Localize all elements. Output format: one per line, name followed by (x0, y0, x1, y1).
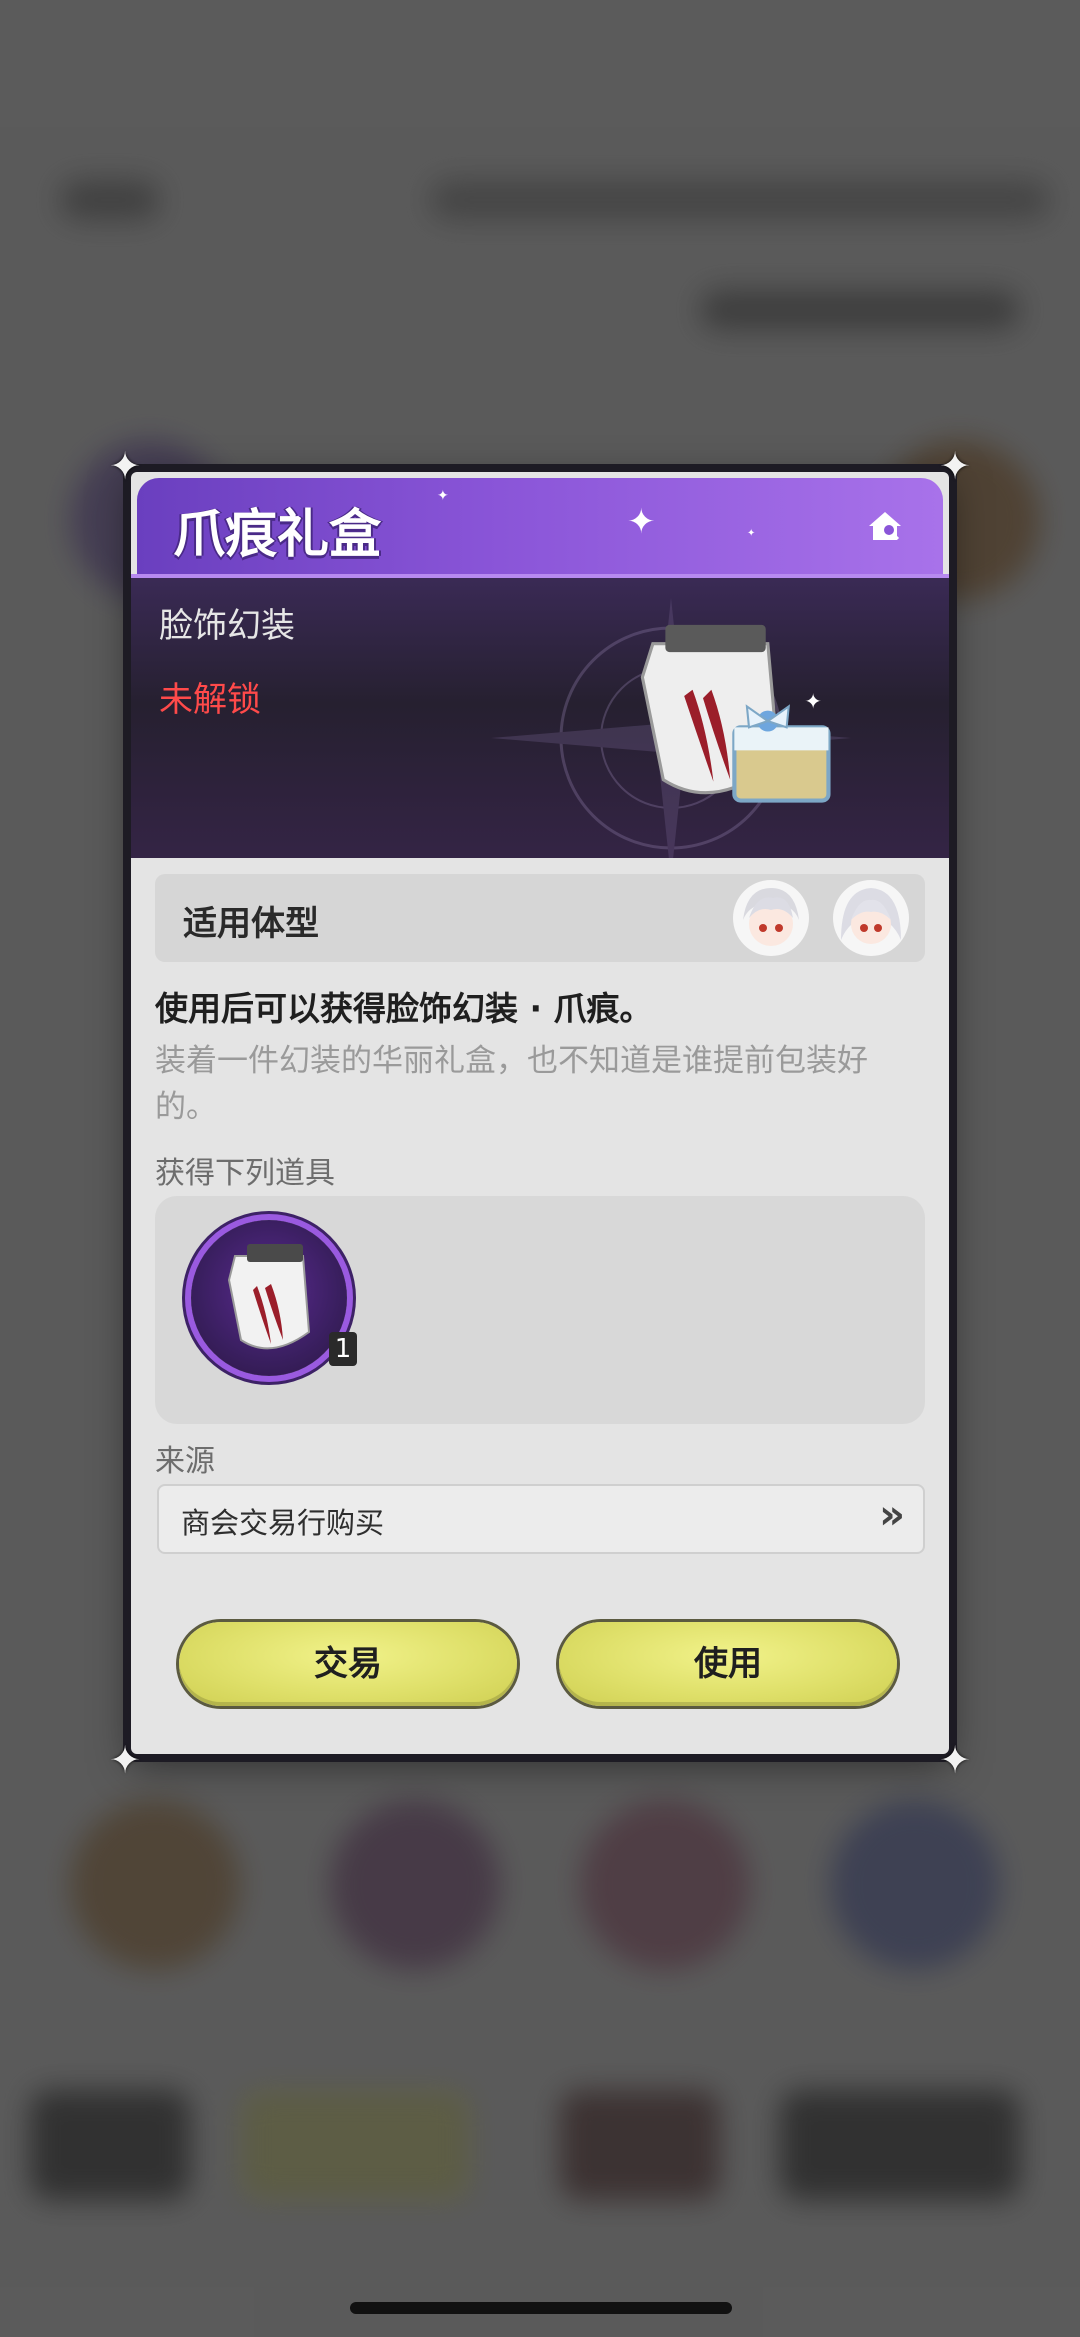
applicable-body-label: 适用体型 (183, 904, 319, 944)
corner-star-icon: ✦ (109, 444, 141, 488)
reward-count: 1 (329, 1332, 357, 1366)
sparkle-icon: ✦ (437, 488, 449, 504)
trade-button[interactable]: 交易 (179, 1622, 517, 1706)
corner-star-icon: ✦ (109, 1738, 141, 1782)
item-effect-text: 使用后可以获得脸饰幻装 · 爪痕。 (155, 989, 653, 1028)
dialog-header: ✦ ✦ ✦ 爪痕礼盒 (137, 478, 943, 574)
avatar-icon (833, 880, 909, 956)
source-entry-text: 商会交易行购买 (181, 1506, 385, 1540)
svg-text:✦: ✦ (804, 690, 822, 714)
source-entry[interactable]: 商会交易行购买 » (157, 1484, 925, 1554)
item-flavor-text: 装着一件幻装的华丽礼盒，也不知道是谁提前包装好的。 (155, 1043, 868, 1125)
source-label: 来源 (155, 1444, 215, 1479)
item-preview-banner: 脸饰幻装 未解锁 ✦ (131, 574, 949, 858)
double-chevron-right-icon: » (879, 1492, 905, 1538)
claw-mark-accessory-icon (227, 1244, 311, 1350)
item-category: 脸饰幻装 (159, 606, 295, 646)
sparkle-icon: ✦ (747, 528, 756, 539)
rewards-list: 1 (155, 1196, 925, 1424)
sparkle-icon: ✦ (627, 502, 656, 542)
home-search-icon[interactable] (865, 508, 905, 544)
dialog-title: 爪痕礼盒 (173, 505, 382, 565)
lock-status: 未解锁 (159, 680, 261, 720)
applicable-body-types: 适用体型 (155, 874, 925, 962)
reward-item[interactable] (191, 1220, 347, 1376)
claw-gift-box-icon: ✦ (640, 624, 831, 803)
avatar-icon (733, 880, 809, 956)
rewards-label: 获得下列道具 (155, 1156, 335, 1191)
use-button[interactable]: 使用 (559, 1622, 897, 1706)
corner-star-icon: ✦ (939, 444, 971, 488)
item-detail-dialog: ✦ ✦ ✦ ✦ ✦ ✦ ✦ 爪痕礼盒 脸饰幻装 未解锁 ✦ 适用体型 使用后可以… (109, 446, 971, 1780)
corner-star-icon: ✦ (939, 1738, 971, 1782)
home-indicator[interactable] (350, 2302, 732, 2314)
